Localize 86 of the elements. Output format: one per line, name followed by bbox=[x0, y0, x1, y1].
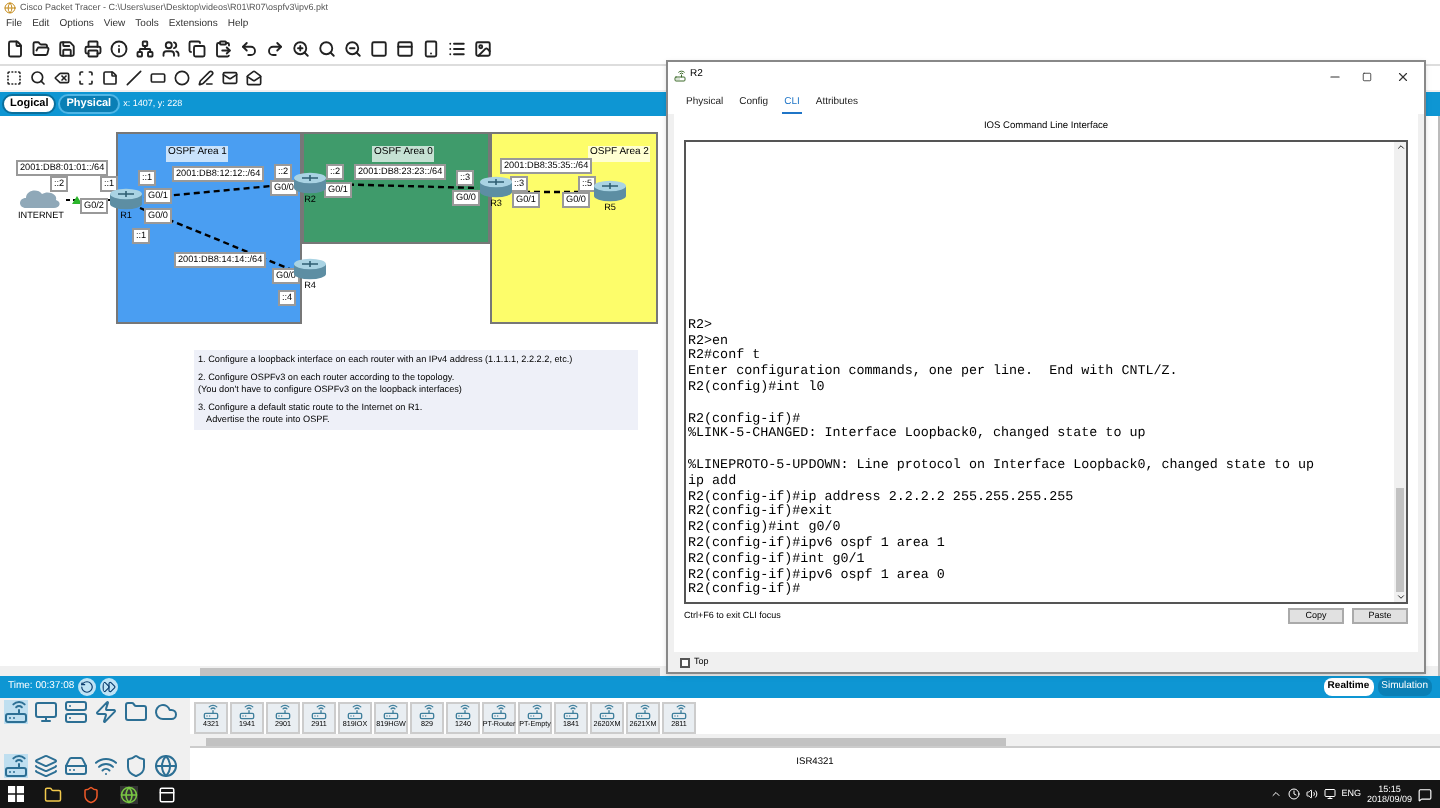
link-up-icon bbox=[72, 196, 82, 204]
connection-category-icon[interactable] bbox=[94, 700, 118, 724]
maximize-icon[interactable] bbox=[1362, 71, 1372, 81]
save-icon[interactable] bbox=[58, 40, 76, 58]
router-icon bbox=[310, 704, 328, 720]
folder-icon[interactable] bbox=[44, 785, 62, 803]
top-checkbox[interactable] bbox=[680, 657, 690, 667]
tray-icon[interactable] bbox=[1287, 788, 1300, 800]
image-icon[interactable] bbox=[474, 40, 492, 58]
router-icon bbox=[562, 704, 580, 720]
app-icon bbox=[4, 2, 16, 14]
zoom-out-icon[interactable] bbox=[344, 40, 362, 58]
zoom-in-icon[interactable] bbox=[292, 40, 310, 58]
router-icon bbox=[670, 704, 688, 720]
reset-icon[interactable] bbox=[78, 678, 97, 696]
end-device-category-icon[interactable] bbox=[34, 700, 58, 724]
copy-icon[interactable] bbox=[188, 40, 206, 58]
router-icon bbox=[202, 704, 220, 720]
new-file-icon[interactable] bbox=[6, 40, 24, 58]
network-icon[interactable] bbox=[1323, 788, 1336, 800]
open-folder-icon[interactable] bbox=[32, 40, 50, 58]
close-icon[interactable] bbox=[1396, 69, 1410, 83]
hub-icon[interactable] bbox=[64, 754, 88, 778]
scrollbar-thumb[interactable] bbox=[200, 667, 660, 675]
router-icon bbox=[346, 704, 364, 720]
cloud-icon[interactable] bbox=[18, 188, 63, 210]
security-icon[interactable] bbox=[124, 754, 148, 778]
scroll-down-icon[interactable] bbox=[1395, 592, 1405, 603]
notifications-icon[interactable] bbox=[1418, 787, 1432, 801]
window-icon[interactable] bbox=[396, 40, 414, 58]
print-icon[interactable] bbox=[84, 40, 102, 58]
redo-icon[interactable] bbox=[266, 40, 284, 58]
shield-icon[interactable] bbox=[82, 785, 100, 803]
router-icon bbox=[674, 70, 686, 82]
note-icon[interactable] bbox=[102, 70, 118, 86]
scroll-up-icon[interactable] bbox=[1395, 142, 1405, 153]
router-icon[interactable] bbox=[108, 188, 144, 210]
switch-icon[interactable] bbox=[34, 754, 58, 778]
ellipse-icon[interactable] bbox=[174, 70, 190, 86]
folder-category-icon[interactable] bbox=[124, 700, 148, 724]
rectangle-icon[interactable] bbox=[150, 70, 166, 86]
search-icon[interactable] bbox=[30, 70, 46, 86]
router-icon bbox=[454, 704, 472, 720]
scrollbar-thumb[interactable] bbox=[206, 737, 1006, 745]
pen-icon[interactable] bbox=[198, 70, 214, 86]
router-icon bbox=[526, 704, 544, 720]
router-category-icon[interactable] bbox=[4, 700, 28, 724]
app-icon[interactable] bbox=[120, 785, 138, 803]
router-icon[interactable] bbox=[4, 754, 28, 778]
network-link bbox=[65, 199, 111, 201]
scrollbar-thumb[interactable] bbox=[1396, 488, 1404, 593]
wan-icon[interactable] bbox=[154, 754, 178, 778]
device-icon[interactable] bbox=[422, 40, 440, 58]
select-icon[interactable] bbox=[6, 70, 22, 86]
rectangle-icon[interactable] bbox=[370, 40, 388, 58]
vertical-scrollbar[interactable] bbox=[1394, 142, 1406, 603]
paste-icon[interactable] bbox=[214, 40, 232, 58]
router-icon bbox=[598, 704, 616, 720]
undo-icon[interactable] bbox=[240, 40, 258, 58]
cli-terminal[interactable] bbox=[684, 140, 1408, 605]
search-icon[interactable] bbox=[318, 40, 336, 58]
router-icon bbox=[634, 704, 652, 720]
router-icon bbox=[418, 704, 436, 720]
router-icon[interactable] bbox=[292, 258, 328, 280]
resize-icon[interactable] bbox=[78, 70, 94, 86]
delete-icon[interactable] bbox=[54, 70, 70, 86]
users-icon[interactable] bbox=[162, 40, 180, 58]
cloud-category-icon[interactable] bbox=[154, 700, 178, 724]
router-icon[interactable] bbox=[292, 172, 328, 194]
router-icon bbox=[274, 704, 292, 720]
volume-icon[interactable] bbox=[1305, 788, 1318, 800]
envelope-icon[interactable] bbox=[222, 70, 238, 86]
list-icon[interactable] bbox=[448, 40, 466, 58]
tray-expand-icon[interactable] bbox=[1269, 788, 1282, 800]
router-icon[interactable] bbox=[478, 176, 514, 198]
line-icon[interactable] bbox=[126, 70, 142, 86]
open-envelope-icon[interactable] bbox=[246, 70, 262, 86]
router-icon bbox=[238, 704, 256, 720]
fast-forward-icon[interactable] bbox=[100, 678, 119, 696]
network-icon[interactable] bbox=[136, 40, 154, 58]
router-icon bbox=[382, 704, 400, 720]
router-icon[interactable] bbox=[592, 180, 628, 202]
info-icon[interactable] bbox=[110, 40, 128, 58]
server-category-icon[interactable] bbox=[64, 700, 88, 724]
windows-start-icon[interactable] bbox=[8, 786, 24, 802]
router-icon bbox=[490, 704, 508, 720]
